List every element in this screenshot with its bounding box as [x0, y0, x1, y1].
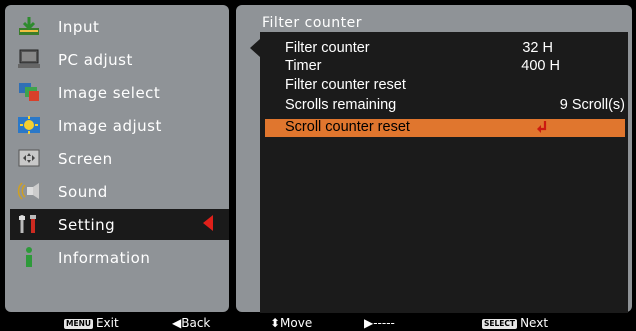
sound-icon	[17, 180, 41, 202]
menu-item-label: Image adjust	[58, 117, 162, 135]
menu-item-label: Screen	[58, 150, 113, 168]
menu-item-label: Image select	[58, 84, 161, 102]
footer-move: ⬍Move	[270, 316, 313, 330]
row-scrolls-remaining: Scrolls remaining 9 Scroll(s)	[265, 97, 625, 115]
footer-next-label: Next	[520, 316, 549, 330]
footer-back: ◀Back	[172, 316, 211, 330]
panel-pointer	[250, 39, 260, 57]
menu-item-sound[interactable]: Sound	[10, 176, 229, 207]
row-label: Scroll counter reset	[285, 119, 410, 135]
page-title: Filter counter	[262, 15, 362, 31]
footer-next-dash: ▶-----	[364, 316, 395, 330]
row-filter-counter-reset[interactable]: Filter counter reset	[265, 77, 625, 95]
row-value: 9 Scroll(s)	[559, 97, 625, 113]
select-key-badge: SELECT	[482, 318, 518, 329]
information-icon	[17, 246, 41, 268]
row-filter-counter: Filter counter 32 H	[265, 40, 625, 58]
active-indicator-arrow	[203, 215, 213, 231]
menu-item-image-adjust[interactable]: Image adjust	[10, 110, 229, 141]
menu-item-label: Sound	[58, 183, 108, 201]
row-timer: Timer 400 H	[265, 58, 625, 76]
pc-adjust-icon	[17, 48, 41, 70]
menu-item-image-select[interactable]: Image select	[10, 77, 229, 108]
footer-next: SELECT Next	[482, 316, 548, 331]
row-scroll-counter-reset[interactable]: Scroll counter reset	[265, 119, 625, 137]
input-icon	[17, 15, 41, 37]
menu-key-badge: MENU	[64, 318, 93, 329]
footer-bar: MENU Exit ◀Back ⬍Move ▶----- SELECT Next	[0, 316, 636, 331]
image-select-icon	[17, 81, 41, 103]
menu-item-pc-adjust[interactable]: PC adjust	[10, 44, 229, 75]
row-value: 400 H	[521, 58, 560, 74]
enter-arrow-icon	[537, 121, 547, 133]
row-label: Timer	[285, 58, 322, 74]
menu-item-input[interactable]: Input	[10, 11, 229, 42]
menu-item-screen[interactable]: Screen	[10, 143, 229, 174]
menu-item-label: Setting	[58, 216, 116, 234]
image-adjust-icon	[17, 114, 41, 136]
menu-item-label: Information	[58, 249, 151, 267]
menu-item-label: PC adjust	[58, 51, 133, 69]
row-label: Filter counter	[285, 40, 370, 56]
setting-icon	[17, 213, 41, 235]
footer-exit-label: Exit	[95, 316, 119, 330]
submenu-panel: Filter counter Filter counter 32 H Timer…	[236, 5, 632, 313]
screen-icon	[17, 147, 41, 169]
submenu-content: Filter counter 32 H Timer 400 H Filter c…	[260, 32, 628, 313]
projector-osd: Input PC adjust Image select Image adjus…	[0, 0, 636, 331]
menu-item-setting[interactable]: Setting	[10, 209, 229, 240]
main-menu: Input PC adjust Image select Image adjus…	[5, 5, 229, 312]
footer-exit: MENU Exit	[64, 316, 119, 331]
row-label: Scrolls remaining	[285, 97, 397, 113]
row-label: Filter counter reset	[285, 77, 406, 93]
menu-item-information[interactable]: Information	[10, 242, 229, 273]
row-value: 32 H	[522, 40, 553, 56]
menu-item-label: Input	[58, 18, 100, 36]
